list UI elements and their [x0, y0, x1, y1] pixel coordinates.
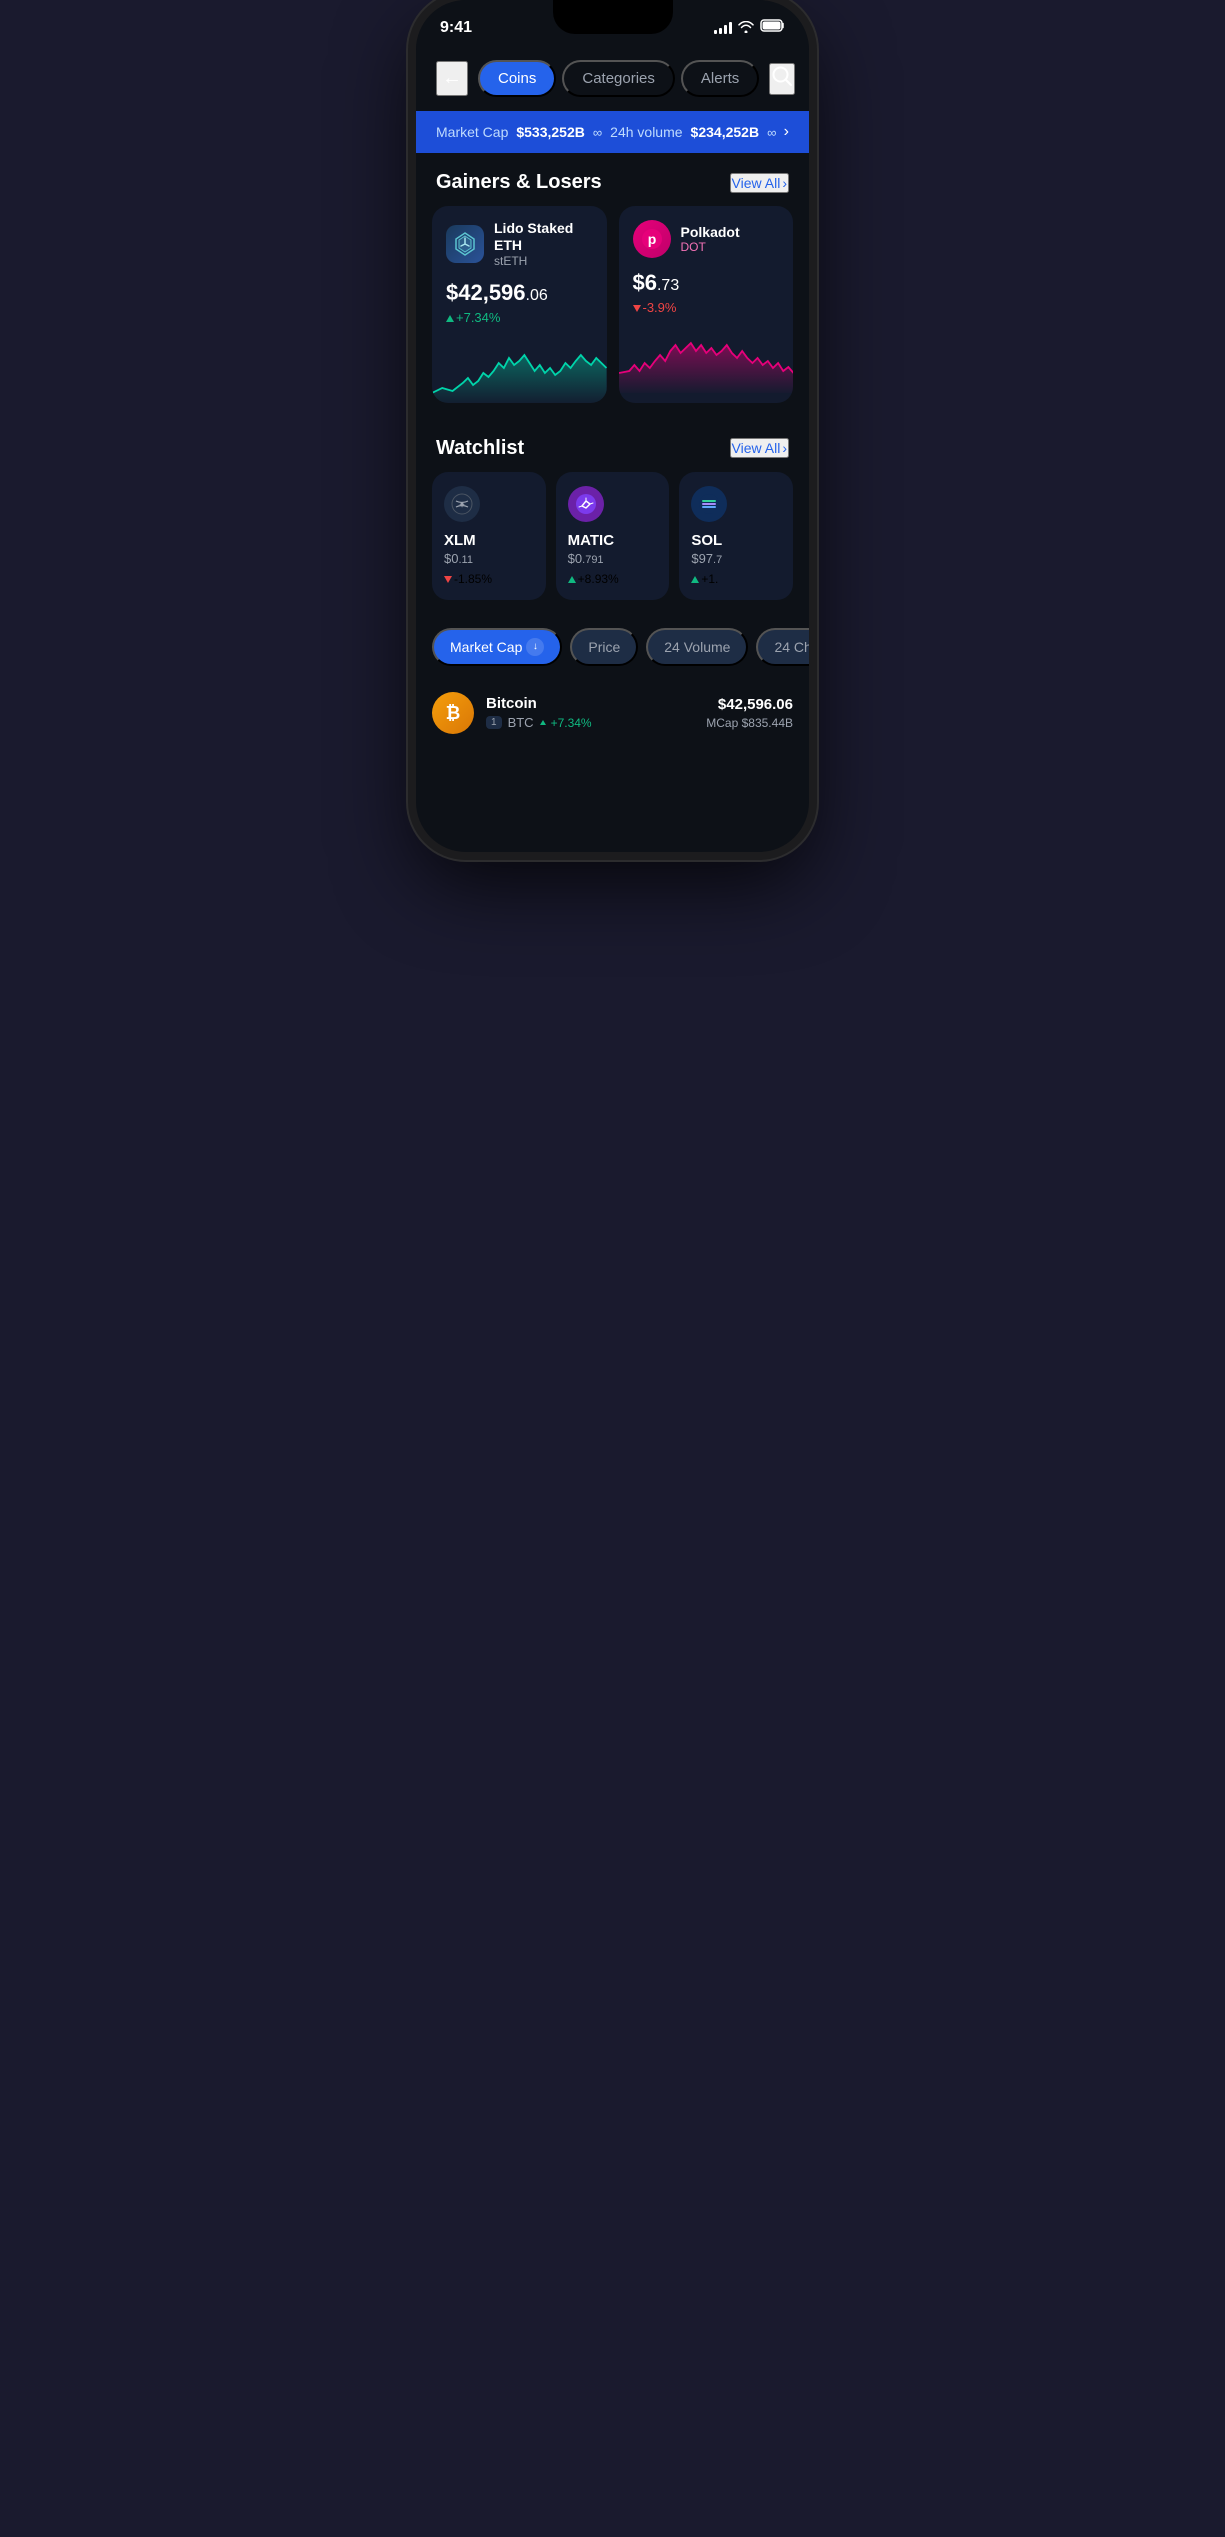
sort-bar: Market Cap ↓ Price 24 Volume 24 Change — [416, 616, 809, 678]
volume-label: 24h volume — [610, 124, 682, 140]
bitcoin-logo: ₿ — [432, 692, 474, 734]
app-content: ← Coins Categories Alerts Market Cap $53… — [416, 50, 809, 768]
sort-volume[interactable]: 24 Volume — [646, 628, 748, 666]
market-divider-1: ∞ — [593, 125, 602, 140]
steth-chart — [432, 333, 607, 403]
phone-frame: 9:41 — [416, 0, 809, 852]
gainers-grid: Lido Staked ETH stETH $42,596.06 +7.34% — [416, 206, 809, 419]
svg-text:p: p — [647, 231, 656, 247]
back-button[interactable]: ← — [436, 61, 468, 96]
sol-change: +1. — [691, 572, 781, 586]
steth-header: Lido Staked ETH stETH — [446, 220, 593, 268]
bitcoin-mcap: MCap $835.44B — [706, 716, 793, 730]
sort-change[interactable]: 24 Change — [756, 628, 809, 666]
dot-logo: p — [633, 220, 671, 258]
sort-price[interactable]: Price — [570, 628, 638, 666]
tab-alerts[interactable]: Alerts — [681, 60, 759, 97]
xlm-logo: ✦ — [444, 486, 480, 522]
xlm-card[interactable]: ✦ XLM $0.11 -1.85% — [432, 472, 546, 600]
sol-price: $97.7 — [691, 551, 781, 566]
notch — [553, 0, 673, 34]
sol-symbol: SOL — [691, 532, 781, 549]
matic-price: $0.791 — [568, 551, 658, 566]
sort-arrow-icon: ↓ — [526, 638, 544, 656]
search-button[interactable] — [769, 63, 795, 95]
svg-text:₿: ₿ — [446, 703, 461, 723]
gainers-title: Gainers & Losers — [436, 171, 602, 194]
market-cap-value: $533,252B — [516, 124, 585, 140]
bitcoin-info: Bitcoin 1 BTC +7.34% — [486, 695, 706, 730]
wifi-icon — [738, 20, 754, 36]
bitcoin-name: Bitcoin — [486, 695, 706, 712]
sol-logo — [691, 486, 727, 522]
matic-symbol: MATIC — [568, 532, 658, 549]
bitcoin-right: $42,596.06 MCap $835.44B — [706, 696, 793, 730]
volume-value: $234,252B — [691, 124, 760, 140]
dot-name-block: Polkadot DOT — [681, 224, 740, 255]
market-cap-label: Market Cap — [436, 124, 508, 140]
market-banner[interactable]: Market Cap $533,252B ∞ 24h volume $234,2… — [416, 111, 809, 153]
matic-logo — [568, 486, 604, 522]
nav-tabs: Coins Categories Alerts — [478, 60, 759, 97]
sol-card[interactable]: SOL $97.7 +1. — [679, 472, 793, 600]
steth-change: +7.34% — [446, 310, 593, 325]
sort-marketcap[interactable]: Market Cap ↓ — [432, 628, 562, 666]
steth-name: Lido Staked ETH — [494, 220, 593, 254]
matic-card[interactable]: MATIC $0.791 +8.93% — [556, 472, 670, 600]
dot-name: Polkadot — [681, 224, 740, 241]
bitcoin-change: +7.34% — [551, 716, 592, 730]
steth-price: $42,596.06 — [446, 280, 593, 306]
dot-chart — [619, 323, 794, 393]
market-banner-arrow: › — [784, 123, 789, 141]
watchlist-title: Watchlist — [436, 437, 524, 460]
bitcoin-meta: 1 BTC +7.34% — [486, 715, 706, 730]
steth-card[interactable]: Lido Staked ETH stETH $42,596.06 +7.34% — [432, 206, 607, 403]
bitcoin-price: $42,596.06 — [706, 696, 793, 713]
status-icons — [714, 19, 785, 37]
gainers-view-all[interactable]: View All › — [730, 173, 789, 193]
bitcoin-list-item[interactable]: ₿ Bitcoin 1 BTC +7.34% $42,596.06 MCap $… — [416, 678, 809, 748]
market-divider-2: ∞ — [767, 125, 776, 140]
steth-symbol: stETH — [494, 254, 593, 268]
steth-logo — [446, 225, 484, 263]
tab-categories[interactable]: Categories — [562, 60, 675, 97]
tab-coins[interactable]: Coins — [478, 60, 556, 97]
dot-change: -3.9% — [633, 300, 780, 315]
gainers-section-header: Gainers & Losers View All › — [416, 153, 809, 206]
watchlist-view-all[interactable]: View All › — [730, 438, 789, 458]
bitcoin-symbol: BTC — [508, 715, 534, 730]
dot-price: $6.73 — [633, 270, 780, 296]
market-banner-content: Market Cap $533,252B ∞ 24h volume $234,2… — [436, 124, 778, 140]
steth-name-block: Lido Staked ETH stETH — [494, 220, 593, 268]
nav-bar: ← Coins Categories Alerts — [416, 50, 809, 111]
dot-header: p Polkadot DOT — [633, 220, 780, 258]
watchlist-section-header: Watchlist View All › — [416, 419, 809, 472]
status-time: 9:41 — [440, 19, 472, 37]
bitcoin-rank: 1 — [486, 716, 502, 729]
battery-icon — [760, 19, 785, 37]
xlm-change: -1.85% — [444, 572, 534, 586]
xlm-price: $0.11 — [444, 551, 534, 566]
xlm-symbol: XLM — [444, 532, 534, 549]
signal-icon — [714, 22, 732, 34]
dot-card[interactable]: p Polkadot DOT $6.73 -3.9% — [619, 206, 794, 403]
watchlist-grid: ✦ XLM $0.11 -1.85% — [416, 472, 809, 616]
dot-symbol: DOT — [681, 240, 740, 254]
matic-change: +8.93% — [568, 572, 658, 586]
